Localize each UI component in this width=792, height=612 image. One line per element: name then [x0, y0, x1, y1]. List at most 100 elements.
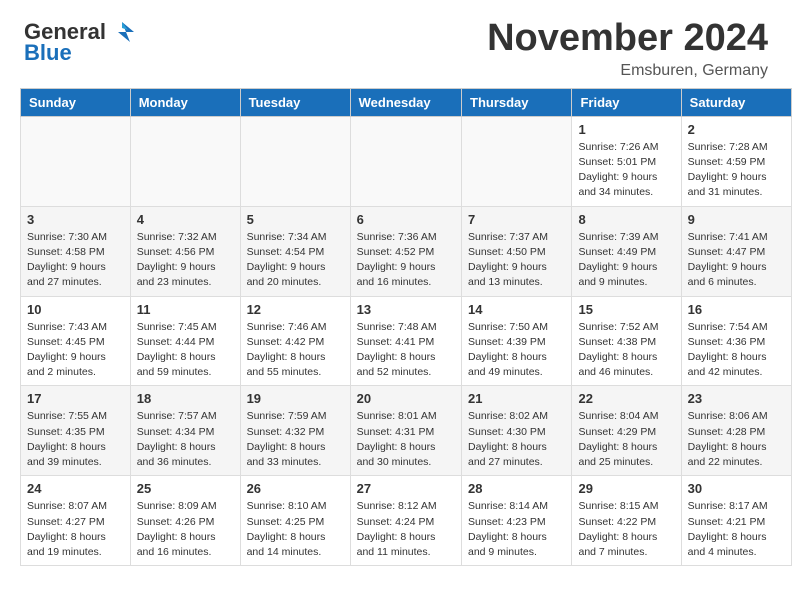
day-number: 30 [688, 481, 785, 496]
day-number: 4 [137, 212, 234, 227]
calendar-cell: 7 Sunrise: 7:37 AMSunset: 4:50 PMDaylight… [462, 206, 572, 296]
day-info: Sunrise: 8:17 AMSunset: 4:21 PMDaylight:… [688, 499, 785, 560]
day-number: 8 [578, 212, 674, 227]
calendar-week-row: 17 Sunrise: 7:55 AMSunset: 4:35 PMDayligh… [21, 386, 792, 476]
day-info: Sunrise: 8:06 AMSunset: 4:28 PMDaylight:… [688, 409, 785, 470]
day-number: 16 [688, 302, 785, 317]
day-number: 26 [247, 481, 344, 496]
calendar-cell: 25 Sunrise: 8:09 AMSunset: 4:26 PMDayligh… [130, 476, 240, 566]
day-info: Sunrise: 7:39 AMSunset: 4:49 PMDaylight:… [578, 230, 674, 291]
day-info: Sunrise: 7:32 AMSunset: 4:56 PMDaylight:… [137, 230, 234, 291]
col-header-sunday: Sunday [21, 88, 131, 116]
calendar-cell: 21Sunrise: 8:02 AMSunset: 4:30 PMDayligh… [462, 386, 572, 476]
calendar-week-row: 3Sunrise: 7:30 AMSunset: 4:58 PMDaylight… [21, 206, 792, 296]
day-number: 11 [137, 302, 234, 317]
day-number: 20 [357, 391, 455, 406]
calendar-cell: 12 Sunrise: 7:46 AMSunset: 4:42 PMDayligh… [240, 296, 350, 386]
day-number: 6 [357, 212, 455, 227]
day-info: Sunrise: 7:52 AMSunset: 4:38 PMDaylight:… [578, 320, 674, 381]
day-info: Sunrise: 7:37 AMSunset: 4:50 PMDaylight:… [468, 230, 565, 291]
day-info: Sunrise: 7:43 AMSunset: 4:45 PMDaylight:… [27, 320, 124, 381]
day-number: 1 [578, 122, 674, 137]
day-info: Sunrise: 8:07 AMSunset: 4:27 PMDaylight:… [27, 499, 124, 560]
calendar-cell: 24 Sunrise: 8:07 AMSunset: 4:27 PMDayligh… [21, 476, 131, 566]
day-info: Sunrise: 8:04 AMSunset: 4:29 PMDaylight:… [578, 409, 674, 470]
col-header-wednesday: Wednesday [350, 88, 461, 116]
day-number: 3 [27, 212, 124, 227]
calendar-cell: 30 Sunrise: 8:17 AMSunset: 4:21 PMDayligh… [681, 476, 791, 566]
calendar-week-row: 1 Sunrise: 7:26 AMSunset: 5:01 PMDaylight… [21, 116, 792, 206]
calendar-cell: 8 Sunrise: 7:39 AMSunset: 4:49 PMDaylight… [572, 206, 681, 296]
calendar-cell: 10 Sunrise: 7:43 AMSunset: 4:45 PMDayligh… [21, 296, 131, 386]
day-number: 9 [688, 212, 785, 227]
day-number: 28 [468, 481, 565, 496]
day-number: 12 [247, 302, 344, 317]
day-info: Sunrise: 8:10 AMSunset: 4:25 PMDaylight:… [247, 499, 344, 560]
calendar-cell: 26 Sunrise: 8:10 AMSunset: 4:25 PMDayligh… [240, 476, 350, 566]
logo-blue-text: Blue [24, 40, 72, 66]
day-number: 15 [578, 302, 674, 317]
calendar-container: SundayMondayTuesdayWednesdayThursdayFrid… [0, 88, 792, 576]
col-header-saturday: Saturday [681, 88, 791, 116]
calendar-cell [21, 116, 131, 206]
day-number: 7 [468, 212, 565, 227]
calendar-cell: 19 Sunrise: 7:59 AMSunset: 4:32 PMDayligh… [240, 386, 350, 476]
calendar-cell: 22 Sunrise: 8:04 AMSunset: 4:29 PMDayligh… [572, 386, 681, 476]
col-header-friday: Friday [572, 88, 681, 116]
calendar-cell: 28 Sunrise: 8:14 AMSunset: 4:23 PMDayligh… [462, 476, 572, 566]
calendar-cell [130, 116, 240, 206]
page-header: General Blue November 2024 Emsburen, Ger… [0, 0, 792, 88]
day-info: Sunrise: 7:46 AMSunset: 4:42 PMDaylight:… [247, 320, 344, 381]
day-number: 24 [27, 481, 124, 496]
calendar-cell: 16 Sunrise: 7:54 AMSunset: 4:36 PMDayligh… [681, 296, 791, 386]
col-header-thursday: Thursday [462, 88, 572, 116]
day-info: Sunrise: 7:50 AMSunset: 4:39 PMDaylight:… [468, 320, 565, 381]
calendar-cell: 17 Sunrise: 7:55 AMSunset: 4:35 PMDayligh… [21, 386, 131, 476]
calendar-cell: 9 Sunrise: 7:41 AMSunset: 4:47 PMDaylight… [681, 206, 791, 296]
day-info: Sunrise: 7:48 AMSunset: 4:41 PMDaylight:… [357, 320, 455, 381]
calendar-header-row: SundayMondayTuesdayWednesdayThursdayFrid… [21, 88, 792, 116]
day-info: Sunrise: 7:54 AMSunset: 4:36 PMDaylight:… [688, 320, 785, 381]
day-number: 25 [137, 481, 234, 496]
day-info: Sunrise: 7:55 AMSunset: 4:35 PMDaylight:… [27, 409, 124, 470]
month-title: November 2024 [487, 18, 768, 60]
calendar-cell [350, 116, 461, 206]
day-info: Sunrise: 7:59 AMSunset: 4:32 PMDaylight:… [247, 409, 344, 470]
day-number: 2 [688, 122, 785, 137]
day-info: Sunrise: 7:45 AMSunset: 4:44 PMDaylight:… [137, 320, 234, 381]
day-number: 22 [578, 391, 674, 406]
day-number: 29 [578, 481, 674, 496]
calendar-cell: 3Sunrise: 7:30 AMSunset: 4:58 PMDaylight… [21, 206, 131, 296]
location: Emsburen, Germany [487, 62, 768, 80]
calendar-week-row: 10 Sunrise: 7:43 AMSunset: 4:45 PMDayligh… [21, 296, 792, 386]
day-info: Sunrise: 8:09 AMSunset: 4:26 PMDaylight:… [137, 499, 234, 560]
day-number: 27 [357, 481, 455, 496]
day-number: 21 [468, 391, 565, 406]
day-info: Sunrise: 8:14 AMSunset: 4:23 PMDaylight:… [468, 499, 565, 560]
day-number: 5 [247, 212, 344, 227]
calendar-week-row: 24 Sunrise: 8:07 AMSunset: 4:27 PMDayligh… [21, 476, 792, 566]
day-info: Sunrise: 7:57 AMSunset: 4:34 PMDaylight:… [137, 409, 234, 470]
calendar-cell: 18Sunrise: 7:57 AMSunset: 4:34 PMDayligh… [130, 386, 240, 476]
calendar-cell: 11 Sunrise: 7:45 AMSunset: 4:44 PMDayligh… [130, 296, 240, 386]
day-number: 23 [688, 391, 785, 406]
calendar-table: SundayMondayTuesdayWednesdayThursdayFrid… [20, 88, 792, 566]
day-number: 19 [247, 391, 344, 406]
logo: General Blue [24, 18, 136, 66]
calendar-cell [462, 116, 572, 206]
day-info: Sunrise: 8:01 AMSunset: 4:31 PMDaylight:… [357, 409, 455, 470]
day-info: Sunrise: 8:15 AMSunset: 4:22 PMDaylight:… [578, 499, 674, 560]
calendar-cell: 29 Sunrise: 8:15 AMSunset: 4:22 PMDayligh… [572, 476, 681, 566]
day-info: Sunrise: 7:28 AMSunset: 4:59 PMDaylight:… [688, 140, 785, 201]
day-number: 10 [27, 302, 124, 317]
day-info: Sunrise: 7:41 AMSunset: 4:47 PMDaylight:… [688, 230, 785, 291]
calendar-cell: 4 Sunrise: 7:32 AMSunset: 4:56 PMDaylight… [130, 206, 240, 296]
calendar-cell: 5Sunrise: 7:34 AMSunset: 4:54 PMDaylight… [240, 206, 350, 296]
day-info: Sunrise: 8:12 AMSunset: 4:24 PMDaylight:… [357, 499, 455, 560]
day-number: 13 [357, 302, 455, 317]
day-number: 17 [27, 391, 124, 406]
calendar-cell: 1 Sunrise: 7:26 AMSunset: 5:01 PMDaylight… [572, 116, 681, 206]
calendar-cell: 20 Sunrise: 8:01 AMSunset: 4:31 PMDayligh… [350, 386, 461, 476]
calendar-cell: 23 Sunrise: 8:06 AMSunset: 4:28 PMDayligh… [681, 386, 791, 476]
day-info: Sunrise: 7:26 AMSunset: 5:01 PMDaylight:… [578, 140, 674, 201]
